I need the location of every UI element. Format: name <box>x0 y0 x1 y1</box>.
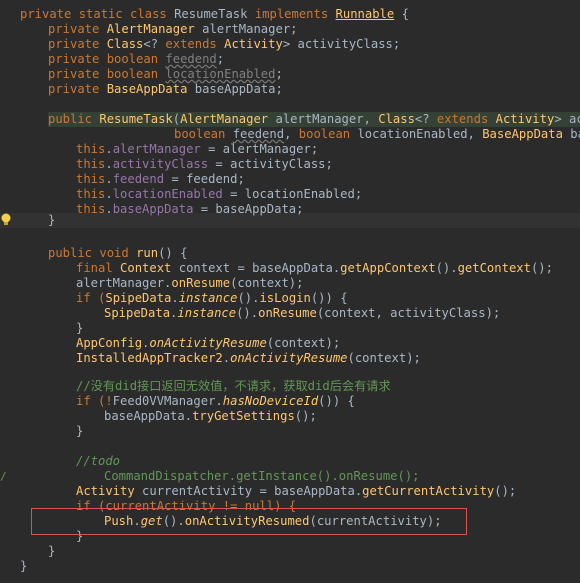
code-line: private boolean feedend; <box>48 52 225 66</box>
code-line: if (SpipeData.instance().isLogin()) { <box>76 291 348 305</box>
code-line: SpipeData.instance().onResume(context, a… <box>104 306 501 320</box>
code-line: this.feedend = feedend; <box>76 172 245 186</box>
code-line: final Context context = baseAppData.getA… <box>76 261 553 275</box>
code-line: baseAppData.tryGetSettings(); <box>104 409 317 423</box>
lightbulb-icon[interactable] <box>0 213 12 227</box>
code-line: private Class<? extends Activity> activi… <box>48 37 401 51</box>
code-line: this.alertManager = alertManager; <box>76 142 319 156</box>
code-line: InstalledAppTracker2.onActivityResume(co… <box>76 351 421 365</box>
highlight-box <box>31 508 467 535</box>
code-line: alertManager.onResume(context); <box>76 276 304 290</box>
code-line: } <box>20 559 28 573</box>
code-line: private BaseAppData baseAppData; <box>48 82 283 96</box>
code-line: } <box>76 424 84 438</box>
code-comment: CommandDispatcher.getInstance().onResume… <box>104 469 420 483</box>
code-line: private static class ResumeTask implemen… <box>20 7 409 21</box>
code-line: this.activityClass = activityClass; <box>76 157 333 171</box>
code-comment: //没有did接口返回无效值，不请求，获取did后会有请求 <box>76 379 391 393</box>
gutter-fold-mark: / <box>0 470 7 483</box>
code-line: boolean feedend, boolean locationEnabled… <box>174 127 580 141</box>
code-line: this.baseAppData = baseAppData; <box>76 202 304 216</box>
code-line: private boolean locationEnabled; <box>48 67 283 81</box>
code-line: public void run() { <box>48 246 188 260</box>
code-line: } <box>76 321 84 335</box>
code-line: } <box>48 213 56 227</box>
code-line: Activity currentActivity = baseAppData.g… <box>76 484 517 498</box>
code-line: if (!Feed0VVManager.hasNoDeviceId()) { <box>76 394 355 408</box>
code-line: private AlertManager alertManager; <box>48 22 298 36</box>
code-line: public ResumeTask(AlertManager alertMana… <box>48 112 580 127</box>
code-comment: //todo <box>76 454 121 468</box>
code-editor[interactable]: / private static class ResumeTask implem… <box>0 0 580 583</box>
code-line: AppConfig.onActivityResume(context); <box>76 336 341 350</box>
code-line: this.locationEnabled = locationEnabled; <box>76 187 363 201</box>
code-line: } <box>48 544 56 558</box>
